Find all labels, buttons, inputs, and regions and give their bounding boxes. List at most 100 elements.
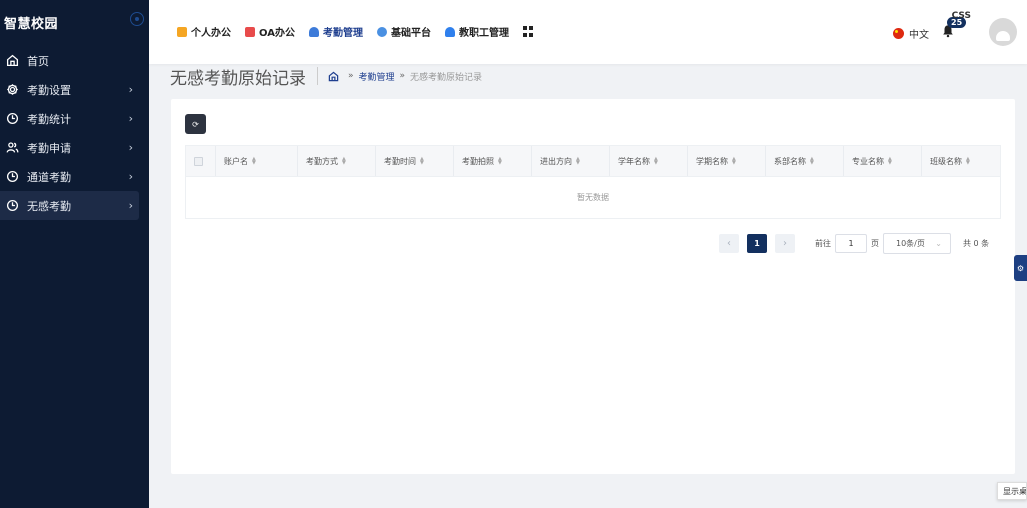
pagination: ‹ 1 › 前往 1 页 10条/页 ⌄ 共 0 条 <box>719 233 989 254</box>
column-header[interactable]: 班级名称 ▲ ▼ <box>922 146 1000 176</box>
sort-icon: ▲ ▼ <box>810 156 814 166</box>
sidebar-item-attendance-requests[interactable]: 考勤申请 › <box>0 133 149 162</box>
breadcrumb-separator: » <box>399 71 406 81</box>
sidebar-item-attendance-settings[interactable]: 考勤设置 › <box>0 75 149 104</box>
sidebar-item-label: 考勤统计 <box>27 112 71 126</box>
column-label: 系部名称 <box>774 156 806 166</box>
topnav-label: 个人办公 <box>191 28 231 39</box>
sidebar-item-contactless-attendance[interactable]: 无感考勤 › <box>0 191 139 220</box>
sidebar-item-label: 无感考勤 <box>27 199 71 213</box>
prev-page-button[interactable]: ‹ <box>719 234 739 253</box>
home-icon[interactable] <box>328 71 339 82</box>
sort-icon: ▲ ▼ <box>420 156 424 166</box>
content-card: ⟳ 账户名 ▲ ▼ 考勤方式 ▲ ▼ 考勤时间 ▲ ▼ 考勤拍照 ▲ ▼ 进出方向 ▲ ▼ 学年名称… <box>171 99 1015 474</box>
oa-office-icon <box>245 26 255 37</box>
gear-icon: ⚙ <box>1016 263 1025 273</box>
goto-prefix: 前往 <box>815 239 831 248</box>
header-right: 中文 25 CSS <box>893 10 1017 54</box>
sidebar-item-attendance-stats[interactable]: 考勤统计 › <box>0 104 149 133</box>
next-page-button[interactable]: › <box>775 234 795 253</box>
column-label: 学期名称 <box>696 156 728 166</box>
settings-side-tab[interactable]: ⚙ <box>1014 255 1027 281</box>
column-header[interactable]: 账户名 ▲ ▼ <box>216 146 298 176</box>
column-header[interactable]: 考勤时间 ▲ ▼ <box>376 146 454 176</box>
refresh-icon: ⟳ <box>192 119 199 129</box>
goto-page: 前往 1 页 <box>815 234 879 253</box>
chevron-right-icon: › <box>128 112 133 125</box>
topnav-staff-management[interactable]: 教职工管理 <box>444 24 509 39</box>
page-size-value: 10条/页 <box>896 239 925 248</box>
select-all-checkbox[interactable] <box>186 146 216 176</box>
records-table: 账户名 ▲ ▼ 考勤方式 ▲ ▼ 考勤时间 ▲ ▼ 考勤拍照 ▲ ▼ 进出方向 ▲ ▼ 学年名称 ▲ ▼… <box>185 145 1001 219</box>
platform-icon <box>376 26 387 37</box>
sidebar: 智慧校园 首页 考勤设置 › 考勤统计 › 考勤申请 › 通道考勤 › 无感考勤… <box>0 0 149 508</box>
chevron-right-icon: › <box>128 141 133 154</box>
goto-suffix: 页 <box>871 239 879 248</box>
sidebar-item-gate-attendance[interactable]: 通道考勤 › <box>0 162 149 191</box>
breadcrumb-separator: » <box>348 71 354 81</box>
column-header[interactable]: 进出方向 ▲ ▼ <box>532 146 610 176</box>
column-label: 考勤方式 <box>306 156 338 166</box>
chevron-down-icon: ⌄ <box>935 239 942 248</box>
column-label: 账户名 <box>224 156 248 166</box>
column-label: 专业名称 <box>852 156 884 166</box>
sort-icon: ▲ ▼ <box>888 156 892 166</box>
sidebar-menu: 首页 考勤设置 › 考勤统计 › 考勤申请 › 通道考勤 › 无感考勤 › <box>0 46 149 220</box>
topnav-personal-office[interactable]: 个人办公 <box>177 24 231 39</box>
logo-row: 智慧校园 <box>0 0 149 44</box>
column-header[interactable]: 专业名称 ▲ ▼ <box>844 146 922 176</box>
staff-icon <box>444 26 455 37</box>
sort-icon: ▲ ▼ <box>498 156 502 166</box>
clock-icon <box>6 170 19 183</box>
chevron-right-icon: › <box>128 83 133 96</box>
empty-state: 暂无数据 <box>577 193 609 202</box>
gear-icon <box>7 84 18 95</box>
column-header[interactable]: 系部名称 ▲ ▼ <box>766 146 844 176</box>
breadcrumb: » 考勤管理 » 无感考勤原始记录 <box>317 67 482 85</box>
sort-icon: ▲ ▼ <box>576 156 580 166</box>
column-header[interactable]: 考勤拍照 ▲ ▼ <box>454 146 532 176</box>
table-header: 账户名 ▲ ▼ 考勤方式 ▲ ▼ 考勤时间 ▲ ▼ 考勤拍照 ▲ ▼ 进出方向 ▲ ▼ 学年名称 ▲ ▼… <box>186 146 1000 177</box>
column-header[interactable]: 学年名称 ▲ ▼ <box>610 146 688 176</box>
topnav-label: 教职工管理 <box>458 28 509 39</box>
column-header[interactable]: 学期名称 ▲ ▼ <box>688 146 766 176</box>
personal-office-icon <box>177 26 187 37</box>
page-title: 无感考勤原始记录 <box>170 69 306 89</box>
sidebar-item-home[interactable]: 首页 <box>0 46 149 75</box>
sort-icon: ▲ ▼ <box>732 156 736 166</box>
language-switcher[interactable]: 中文 <box>893 26 929 41</box>
notifications-button[interactable]: 25 <box>941 17 967 41</box>
chevron-right-icon: › <box>128 199 133 212</box>
goto-page-input[interactable]: 1 <box>835 234 867 253</box>
sidebar-item-label: 通道考勤 <box>27 170 71 184</box>
language-label: 中文 <box>909 29 929 41</box>
page-size-select[interactable]: 10条/页 ⌄ <box>883 233 951 254</box>
breadcrumb-module[interactable]: 考勤管理 <box>359 70 395 83</box>
column-label: 考勤时间 <box>384 156 416 166</box>
clock-icon <box>6 199 19 212</box>
topnav-attendance-management[interactable]: 考勤管理 <box>308 24 363 39</box>
topnav-label: 基础平台 <box>390 28 431 39</box>
clock-icon <box>6 112 19 125</box>
sidebar-item-label: 首页 <box>27 54 49 68</box>
avatar[interactable] <box>989 18 1017 46</box>
topnav-base-platform[interactable]: 基础平台 <box>376 24 431 39</box>
top-header: 个人办公 OA办公 考勤管理 基础平台 教职工管理 中文 25 CSS <box>149 0 1027 64</box>
column-label: 班级名称 <box>930 156 962 166</box>
column-label: 考勤拍照 <box>462 156 494 166</box>
app-grid-icon[interactable] <box>522 26 534 37</box>
chevron-right-icon: › <box>128 170 133 183</box>
refresh-button[interactable]: ⟳ <box>185 114 206 134</box>
topnav-label: 考勤管理 <box>322 28 363 39</box>
person-icon <box>308 26 319 37</box>
column-header[interactable]: 考勤方式 ▲ ▼ <box>298 146 376 176</box>
page-number-button[interactable]: 1 <box>747 234 767 253</box>
topnav-oa-office[interactable]: OA办公 <box>245 24 295 39</box>
sort-icon: ▲ ▼ <box>966 156 970 166</box>
breadcrumb-current: 无感考勤原始记录 <box>410 72 483 83</box>
sort-icon: ▲ ▼ <box>654 156 658 166</box>
topnav-label: OA办公 <box>259 28 295 39</box>
collapse-sidebar-icon[interactable] <box>130 12 144 26</box>
show-desktop-button[interactable]: 显示桌 <box>997 482 1027 500</box>
column-label: 学年名称 <box>618 156 650 166</box>
